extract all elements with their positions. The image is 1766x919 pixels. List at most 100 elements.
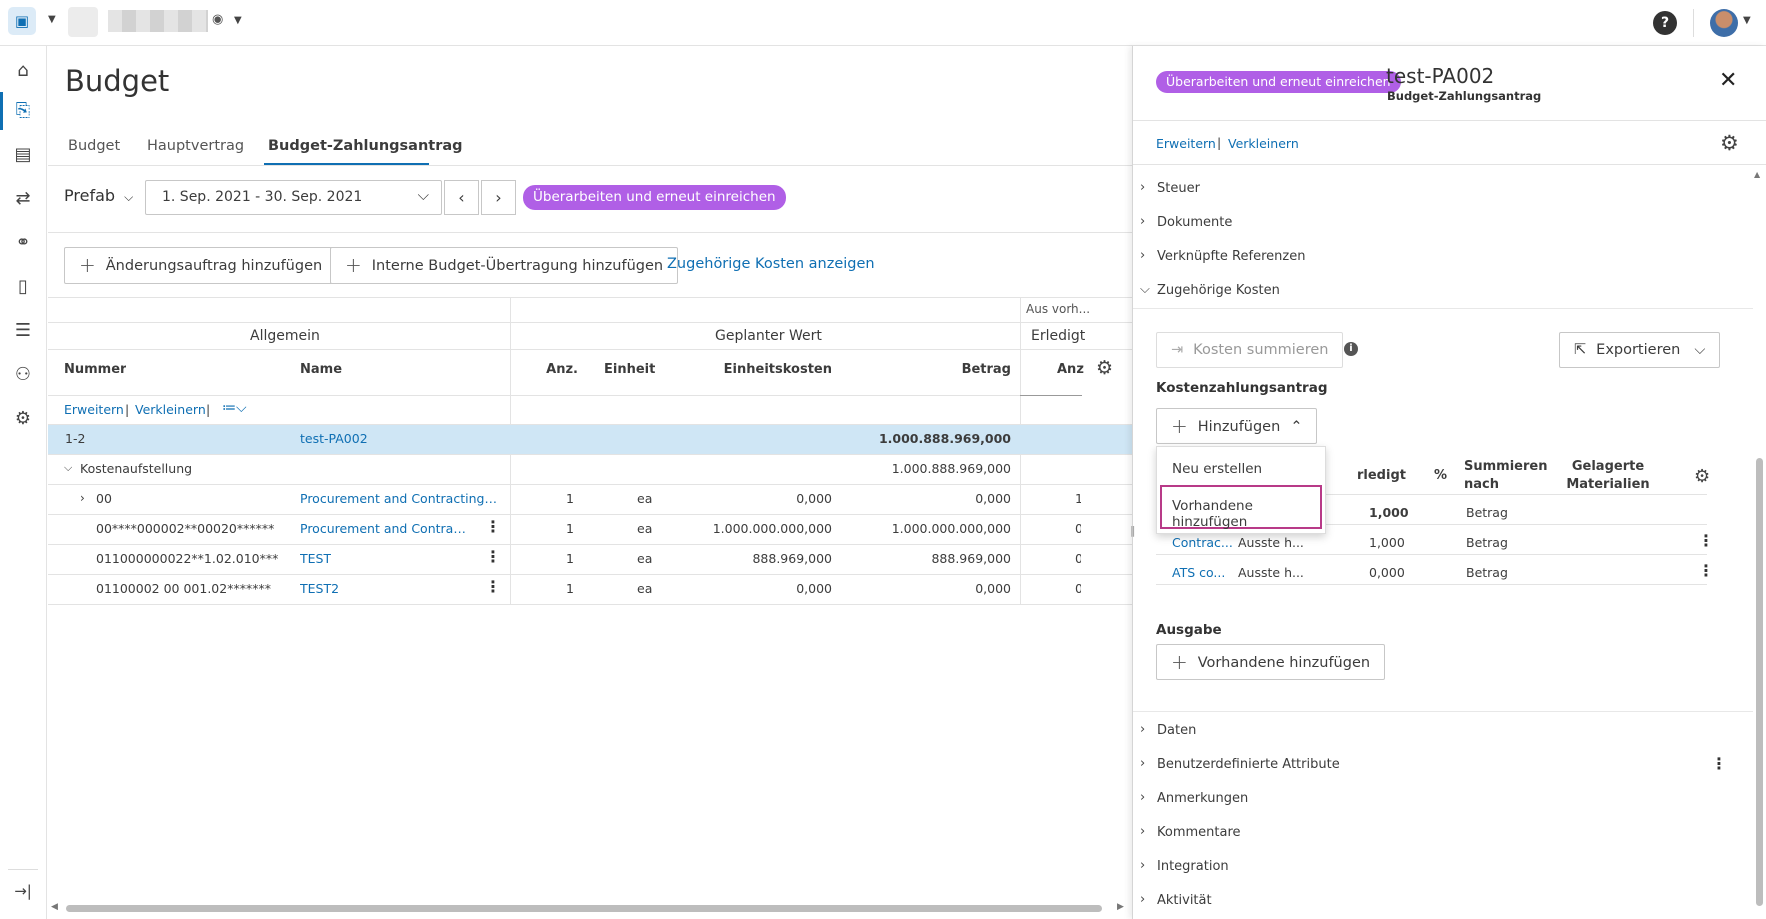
row-name-link[interactable]: Procurement and Contractin... [300,521,470,536]
row-name-link[interactable]: test-PA002 [300,431,368,446]
chevron-down-icon[interactable]: ▼ [234,15,242,26]
col-header-anz-done[interactable]: Anz [1057,362,1084,377]
chevron-down-icon[interactable]: ⌵ [64,461,72,475]
row-name-link[interactable]: Procurement and Contracting Req... [300,491,500,506]
close-icon[interactable]: ✕ [1719,68,1737,93]
divider [1693,9,1694,37]
export-button[interactable]: ⇱ Exportieren ⌵ [1559,332,1721,368]
gear-icon[interactable]: ⚙ [1694,466,1710,487]
col-header-einheitskosten[interactable]: Einheitskosten [700,362,832,377]
company-selector[interactable]: Prefab ⌵ [64,186,133,205]
tab-budget[interactable]: Budget [68,138,120,154]
tab-budget-zahlungsantrag[interactable]: Budget-Zahlungsantrag [268,138,463,154]
menu-item-add-existing[interactable]: Vorhandene hinzufügen [1160,485,1322,530]
prev-period-button[interactable]: ‹ [444,180,479,215]
show-related-costs-link[interactable]: Zugehörige Kosten anzeigen [667,256,875,272]
cost-row-name-link[interactable]: Contrac... [1172,535,1233,550]
cost-row-name-link[interactable]: ATS co... [1172,565,1225,580]
section-anmerkungen[interactable]: › Anmerkungen [1133,782,1753,816]
binoculars-icon[interactable]: ⚭ [10,230,36,256]
row-anz: 1 [566,551,574,566]
project-switcher-icon[interactable]: ▣ [8,7,36,35]
row-einheit: ea [637,521,653,536]
section-daten[interactable]: › Daten [1133,714,1753,748]
expand-all-link[interactable]: Erweitern [64,402,124,417]
settings-icon[interactable]: ⚙ [10,406,36,432]
home-icon[interactable]: ⌂ [10,58,36,84]
cost-payment-title: Kostenzahlungsantrag [1156,380,1328,396]
add-button[interactable]: + Hinzufügen ⌃ [1156,408,1318,444]
separator: | [206,402,211,417]
section-menu-icon[interactable]: ⋮ [1711,756,1727,772]
row-menu-icon[interactable]: ⋮ [1698,563,1714,579]
row-name-link[interactable]: TEST [300,551,331,566]
chevron-down-icon[interactable]: ▼ [1743,15,1751,26]
plus-icon: + [1171,414,1188,438]
section-kommentare[interactable]: › Kommentare [1133,816,1753,850]
scroll-up-icon[interactable]: ▲ [1754,170,1760,179]
members-icon[interactable]: ⚇ [10,362,36,388]
chevron-right-icon[interactable]: › [80,491,85,505]
document-icon[interactable]: ▯ [10,274,36,300]
collapse-icon[interactable]: →| [10,878,36,904]
row-anz-done: 0 [1075,551,1081,566]
panel-title: test-PA002 [1386,64,1495,88]
section-verknuepfte-referenzen[interactable]: › Verknüpfte Referenzen [1133,240,1753,274]
row-menu-icon[interactable]: ⋮ [485,519,501,535]
globe-icon[interactable]: ◉ [212,12,223,27]
report-icon[interactable]: ☰ [10,318,36,344]
detail-panel: Überarbeiten und erneut einreichen test-… [1130,46,1766,919]
col-header-sum-by[interactable]: Summieren nach [1464,458,1547,494]
gear-icon[interactable]: ⚙ [1720,131,1739,155]
info-icon[interactable]: i [1344,342,1358,356]
help-icon[interactable]: ? [1653,11,1677,35]
panel-collapse-link[interactable]: Verkleinern [1228,136,1299,151]
collapse-all-link[interactable]: Verkleinern [135,402,206,417]
col-header-stored-materials[interactable]: Gelagerte Materialien [1563,458,1653,494]
row-name-link[interactable]: TEST2 [300,581,339,596]
menu-item-new[interactable]: Neu erstellen [1172,461,1262,477]
vertical-scrollbar[interactable] [1756,458,1763,906]
add-change-order-button[interactable]: + Änderungsauftrag hinzufügen [64,247,338,284]
section-integration[interactable]: › Integration [1133,850,1753,884]
add-internal-transfer-button[interactable]: + Interne Budget-Übertragung hinzufügen [330,247,679,284]
section-zugehoerige-kosten[interactable]: ⌵ Zugehörige Kosten [1133,274,1753,308]
col-header-erledigt[interactable]: rledigt [1357,468,1406,483]
next-period-button[interactable]: › [481,180,516,215]
row-einheit: ea [637,551,653,566]
list-options-icon[interactable]: ≔⌵ [222,400,247,416]
section-aktivitaet[interactable]: › Aktivität [1133,884,1753,918]
col-header-name[interactable]: Name [300,362,342,377]
horizontal-scrollbar[interactable] [66,905,1102,912]
scroll-left-icon[interactable]: ◀ [51,902,58,912]
section-dokumente[interactable]: › Dokumente [1133,206,1753,240]
col-header-nummer[interactable]: Nummer [64,362,126,377]
header-line [48,395,1020,396]
period-selector[interactable]: 1. Sep. 2021 - 30. Sep. 2021 ⌵ [145,180,442,215]
avatar[interactable] [1710,9,1738,37]
add-label: Hinzufügen [1197,419,1281,435]
resize-handle[interactable]: ‖ [1130,524,1136,537]
row-nummer: 00****000002**00020****** [96,521,275,536]
cost-icon[interactable]: ▤ [10,142,36,168]
col-header-percent[interactable]: % [1434,468,1447,483]
col-header-anz[interactable]: Anz. [530,362,578,377]
chevron-down-icon[interactable]: ▼ [48,14,56,25]
row-menu-icon[interactable]: ⋮ [485,579,501,595]
row-menu-icon[interactable]: ⋮ [1698,533,1714,549]
section-custom-attributes[interactable]: › Benutzerdefinierte Attribute ⋮ [1133,748,1753,782]
section-steuer[interactable]: › Steuer [1133,172,1753,206]
panel-expand-link[interactable]: Erweitern [1156,136,1216,151]
panel-subtitle: Budget-Zahlungsantrag [1387,89,1542,103]
scroll-right-icon[interactable]: ▶ [1117,902,1124,912]
budget-icon[interactable]: ⎘ [10,98,36,124]
plus-icon: + [79,253,96,277]
sum-costs-button[interactable]: ⇥ Kosten summieren [1156,332,1344,368]
change-icon[interactable]: ⇄ [10,186,36,212]
row-menu-icon[interactable]: ⋮ [485,549,501,565]
gear-icon[interactable]: ⚙ [1096,357,1113,379]
col-header-einheit[interactable]: Einheit [604,362,655,377]
col-header-betrag[interactable]: Betrag [900,362,1011,377]
tab-hauptvertrag[interactable]: Hauptvertrag [147,138,244,154]
add-existing-expense-button[interactable]: + Vorhandene hinzufügen [1156,644,1386,680]
